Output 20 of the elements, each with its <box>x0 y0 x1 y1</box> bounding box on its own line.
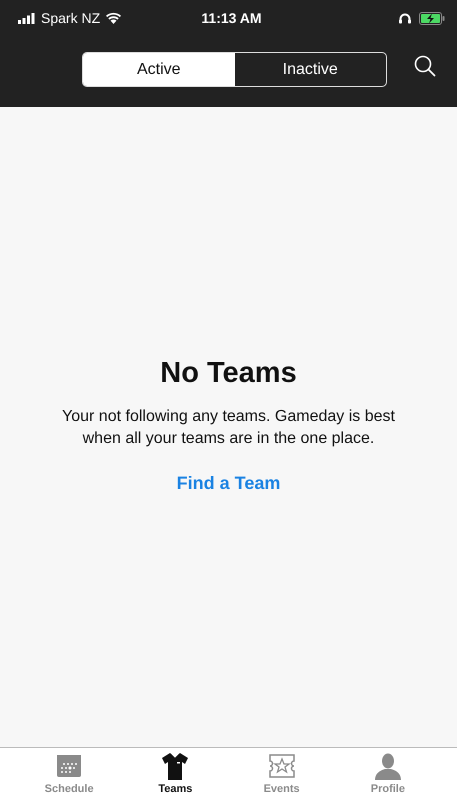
tab-bar-item[interactable]: Teams <box>122 748 228 806</box>
wifi-icon <box>105 12 122 24</box>
segment-tab[interactable]: Inactive <box>234 53 386 86</box>
segment-tab[interactable]: Active <box>83 53 234 86</box>
headphones-icon <box>399 12 411 24</box>
signal-icon <box>18 12 36 24</box>
carrier-name: Spark NZ <box>41 10 100 26</box>
tab-bar-item[interactable]: Schedule <box>16 748 122 806</box>
search-icon[interactable] <box>414 55 436 77</box>
tab-bar-item[interactable]: Profile <box>334 748 441 806</box>
tab-bar-item[interactable]: Events <box>228 748 335 806</box>
battery-icon <box>419 12 445 24</box>
ticket-star-icon <box>268 752 296 780</box>
shirt-icon <box>161 752 190 780</box>
empty-message: Your not following any teams. Gameday is best when all your teams are in the one place. <box>61 407 396 449</box>
calendar-icon <box>55 752 84 780</box>
person-icon <box>374 752 402 780</box>
clock-time: 11:13 AM <box>201 10 262 26</box>
empty-title: No Teams <box>160 357 297 390</box>
find-team-link[interactable]: Find a Team <box>176 473 280 494</box>
